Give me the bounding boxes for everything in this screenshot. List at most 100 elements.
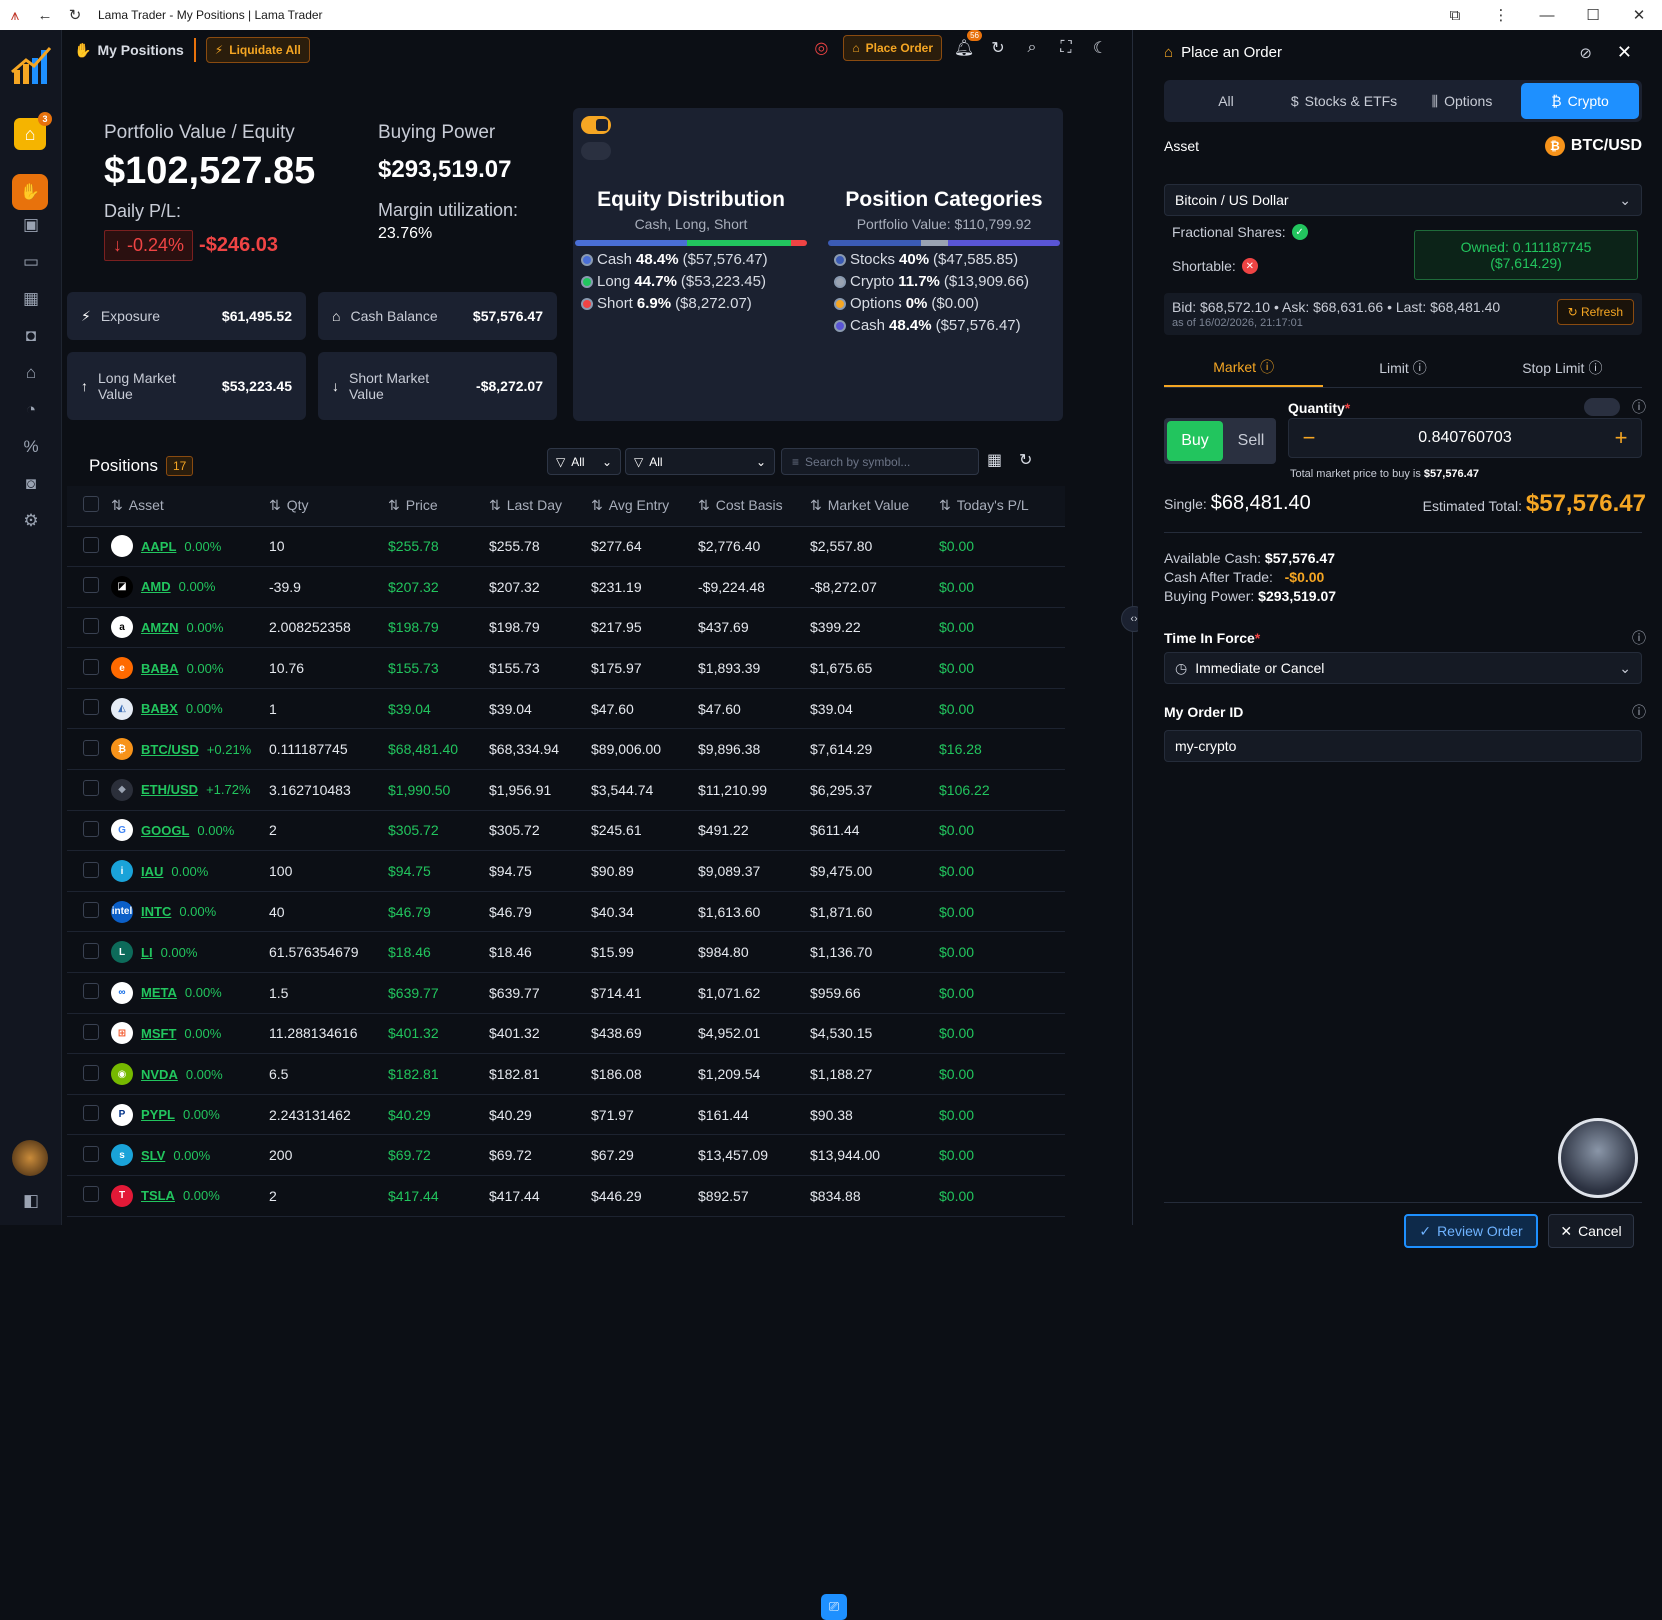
quantity-input[interactable]: 0.840760703 xyxy=(1329,429,1601,447)
symbol-search-input[interactable]: ≡ Search by symbol... xyxy=(781,448,979,475)
column-header[interactable]: ⇅ Market Value xyxy=(810,486,939,527)
user-avatar-small[interactable] xyxy=(12,1140,48,1176)
table-row[interactable]: s SLV 0.00% 200 $69.72 $69.72 $67.29 $13,457.09… xyxy=(67,1134,1065,1176)
nav-portfolio[interactable]: ▣ xyxy=(0,206,62,243)
table-row[interactable]: i IAU 0.00% 100 $94.75 $94.75 $90.89 $9,089.37 $… xyxy=(67,850,1065,892)
info-icon[interactable]: ⓘ xyxy=(1632,628,1646,648)
type-filter-select[interactable]: ▽ All ⌄ xyxy=(625,448,775,475)
fullscreen-icon[interactable]: ⛶ xyxy=(1054,36,1078,60)
assistant-avatar[interactable] xyxy=(1558,1118,1638,1198)
tab-stop-limit[interactable]: Stop Limit ⓘ xyxy=(1483,348,1642,387)
asset-symbol-link[interactable]: PYPL xyxy=(141,1107,175,1122)
table-row[interactable]: AAPL 0.00% 10 $255.78 $255.78 $277.64 $2,776.4… xyxy=(67,526,1065,568)
nav-orders[interactable]: ◘ xyxy=(0,317,62,354)
tab-market[interactable]: Market ⓘ xyxy=(1164,348,1324,387)
decrement-button[interactable]: − xyxy=(1289,425,1329,451)
close-window-button[interactable]: ✕ xyxy=(1616,0,1662,30)
search-icon[interactable]: ⌕ xyxy=(1020,36,1044,60)
nav-percent[interactable]: % xyxy=(0,428,62,465)
nav-accounts[interactable]: ◙ xyxy=(0,465,62,502)
row-checkbox[interactable] xyxy=(83,942,99,959)
asset-symbol-link[interactable]: LI xyxy=(141,945,153,960)
buy-button[interactable]: Buy xyxy=(1167,421,1223,461)
close-icon[interactable]: ✕ xyxy=(1617,42,1632,63)
row-checkbox[interactable] xyxy=(83,983,99,1000)
asset-symbol-link[interactable]: AMZN xyxy=(141,620,179,635)
select-all-checkbox[interactable] xyxy=(83,496,99,513)
asset-select[interactable]: Bitcoin / US Dollar ⌄ xyxy=(1164,184,1642,216)
asset-symbol-link[interactable]: BABX xyxy=(141,701,178,716)
review-order-button[interactable]: ✓ Review Order xyxy=(1404,1214,1538,1248)
table-row[interactable]: e BABA 0.00% 10.76 $155.73 $155.73 $175.97 $1,8… xyxy=(67,647,1065,689)
row-checkbox[interactable] xyxy=(83,1145,99,1162)
nav-history[interactable]: ◔ xyxy=(0,391,62,428)
refresh-icon[interactable]: ↻ xyxy=(986,36,1010,60)
column-header[interactable]: ⇅ Last Day xyxy=(489,486,591,527)
table-row[interactable]: a AMZN 0.00% 2.008252358 $198.79 $198.79 $217.… xyxy=(67,607,1065,649)
table-row[interactable]: ◉ NVDA 0.00% 6.5 $182.81 $182.81 $186.08 $1,209… xyxy=(67,1053,1065,1095)
sidebar-toggle-icon[interactable]: ◧ xyxy=(0,1182,62,1219)
info-icon[interactable]: ⓘ xyxy=(1632,397,1646,417)
unpin-icon[interactable]: ⊘ xyxy=(1579,44,1592,62)
liquidate-all-button[interactable]: ⚡ Liquidate All xyxy=(205,37,310,63)
qty-mode-toggle[interactable] xyxy=(1584,398,1620,416)
asset-symbol-link[interactable]: AMD xyxy=(141,579,171,594)
theme-moon-icon[interactable]: ☾ xyxy=(1088,36,1112,60)
tab-limit[interactable]: Limit ⓘ xyxy=(1323,348,1482,387)
cancel-button[interactable]: ✕ Cancel xyxy=(1548,1214,1634,1248)
back-icon[interactable]: ← xyxy=(30,0,60,30)
row-checkbox[interactable] xyxy=(83,1105,99,1122)
asset-symbol-link[interactable]: ETH/USD xyxy=(141,782,198,797)
table-row[interactable]: intel INTC 0.00% 40 $46.79 $46.79 $40.34 $1,613… xyxy=(67,891,1065,933)
asset-symbol-link[interactable]: META xyxy=(141,985,177,1000)
asset-symbol-link[interactable]: GOOGL xyxy=(141,823,189,838)
row-checkbox[interactable] xyxy=(83,1023,99,1040)
tif-select[interactable]: ◷ Immediate or Cancel ⌄ xyxy=(1164,652,1642,684)
column-header[interactable]: ⇅ Avg Entry xyxy=(591,486,698,527)
row-checkbox[interactable] xyxy=(83,820,99,837)
asset-symbol-link[interactable]: MSFT xyxy=(141,1026,176,1041)
reload-icon[interactable]: ↻ xyxy=(60,0,90,30)
nav-positions[interactable]: ✋ xyxy=(12,174,48,210)
row-checkbox[interactable] xyxy=(83,780,99,797)
table-row[interactable]: ◭ BABX 0.00% 1 $39.04 $39.04 $47.60 $47.60 $39.0… xyxy=(67,688,1065,730)
refresh-icon[interactable]: ↻ xyxy=(1019,450,1032,470)
column-header[interactable]: ⇅ Price xyxy=(388,486,489,527)
notifications-tile[interactable]: ⌂ 3 xyxy=(14,112,52,150)
sell-button[interactable]: Sell xyxy=(1226,418,1276,464)
tab-options[interactable]: ⫼ Options xyxy=(1403,83,1521,119)
asset-symbol-link[interactable]: IAU xyxy=(141,864,163,879)
side-filter-select[interactable]: ▽ All ⌄ xyxy=(547,448,621,475)
bell-icon[interactable]: 🔔︎ 56 xyxy=(952,30,982,60)
row-checkbox[interactable] xyxy=(83,1064,99,1081)
nav-watchlist[interactable]: ▦ xyxy=(0,280,62,317)
nav-bank[interactable]: ⌂ xyxy=(0,354,62,391)
row-checkbox[interactable] xyxy=(83,739,99,756)
table-row[interactable]: L LI 0.00% 61.576354679 $18.46 $18.46 $15.99 $9… xyxy=(67,931,1065,974)
increment-button[interactable]: + xyxy=(1601,425,1641,451)
row-checkbox[interactable] xyxy=(83,536,99,553)
asset-symbol-link[interactable]: AAPL xyxy=(141,539,176,554)
row-checkbox[interactable] xyxy=(83,699,99,716)
table-row[interactable]: ∞ META 0.00% 1.5 $639.77 $639.77 $714.41 $1,071… xyxy=(67,972,1065,1014)
table-row[interactable]: ◪ AMD 0.00% -39.9 $207.32 $207.32 $231.19 -$9,2… xyxy=(67,566,1065,608)
nav-screens[interactable]: ▭ xyxy=(0,243,62,280)
more-menu-icon[interactable]: ⋮ xyxy=(1478,0,1524,30)
asset-symbol-link[interactable]: NVDA xyxy=(141,1067,178,1082)
tab-all[interactable]: All xyxy=(1167,83,1285,119)
row-checkbox[interactable] xyxy=(83,861,99,878)
columns-settings-icon[interactable]: ▦ xyxy=(987,450,1002,470)
extensions-icon[interactable]: ⧉ xyxy=(1432,0,1478,30)
table-row[interactable]: ₿ BTC/USD +0.21% 0.111187745 $68,481.40 $68,3… xyxy=(67,728,1065,771)
table-row[interactable]: P PYPL 0.00% 2.243131462 $40.29 $40.29 $71.97 $… xyxy=(67,1094,1065,1136)
table-row[interactable]: G GOOGL 0.00% 2 $305.72 $305.72 $245.61 $491.22… xyxy=(67,810,1065,852)
asset-symbol-link[interactable]: BTC/USD xyxy=(141,742,199,757)
order-id-input[interactable]: my-crypto xyxy=(1164,730,1642,762)
info-icon[interactable]: ⓘ xyxy=(1632,702,1646,722)
place-order-button[interactable]: ⌂ Place Order xyxy=(843,35,942,61)
column-header[interactable]: ⇅ Cost Basis xyxy=(698,486,810,527)
tab-crypto[interactable]: ₿ Crypto xyxy=(1521,83,1639,119)
nav-settings[interactable]: ⚙ xyxy=(0,502,62,539)
hide-values-toggle[interactable] xyxy=(581,142,611,160)
table-row[interactable]: ◆ ETH/USD +1.72% 3.162710483 $1,990.50 $1,956… xyxy=(67,769,1065,811)
